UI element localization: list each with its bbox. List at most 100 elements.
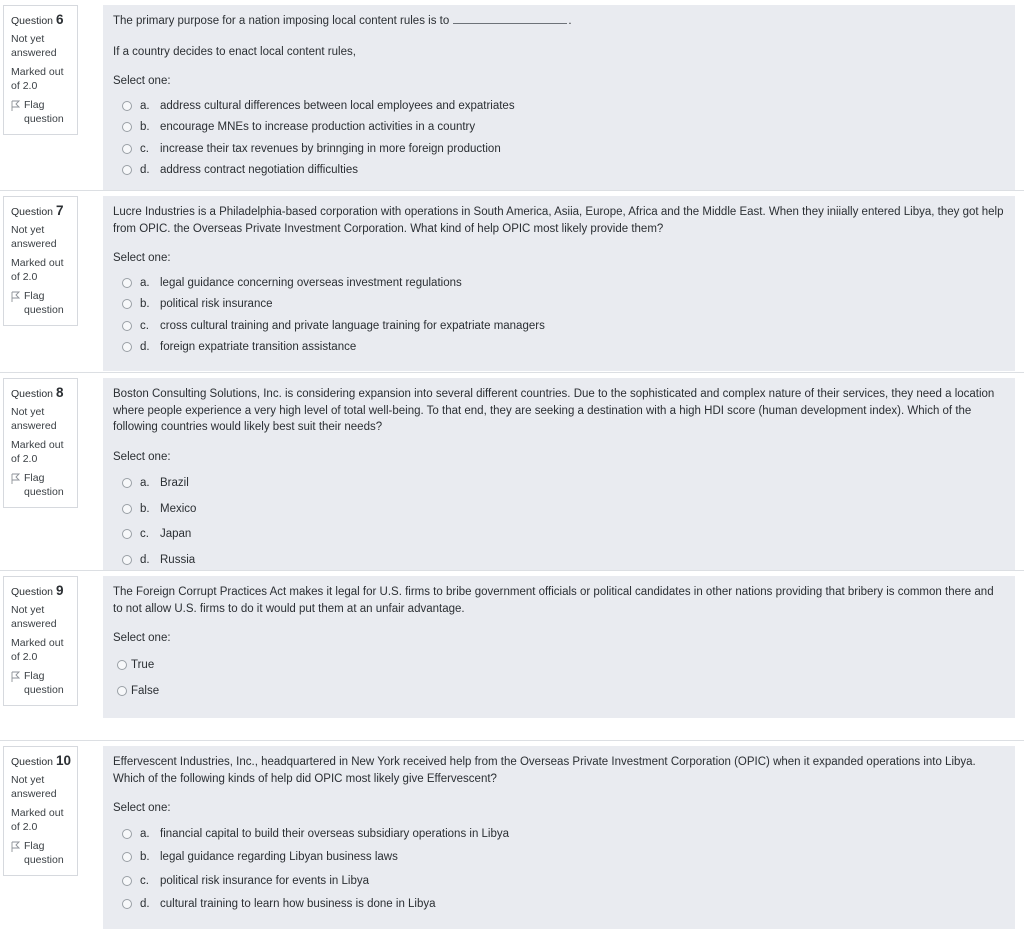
question-stem: Lucre Industries is a Philadelphia-based… bbox=[113, 204, 1005, 237]
marks-value: 2.0 bbox=[22, 453, 38, 465]
flag-icon bbox=[11, 841, 21, 852]
option-text: financial capital to build their oversea… bbox=[160, 827, 510, 840]
option-letter: b. bbox=[140, 298, 150, 310]
option-text: address cultural differences between loc… bbox=[160, 99, 515, 112]
question-marks: Marked out of 2.0 bbox=[11, 636, 70, 664]
question-stem: The Foreign Corrupt Practices Act makes … bbox=[113, 584, 1005, 617]
radio-button[interactable] bbox=[122, 165, 132, 175]
answer-option[interactable]: c. increase their tax revenues by brinng… bbox=[122, 139, 1005, 161]
radio-button[interactable] bbox=[122, 875, 132, 886]
radio-button[interactable] bbox=[122, 529, 132, 539]
question-number: 10 bbox=[55, 753, 71, 768]
marks-value: 2.0 bbox=[22, 651, 38, 663]
answer-option[interactable]: d. foreign expatriate transition assista… bbox=[122, 337, 1005, 359]
option-letter: c. bbox=[140, 319, 149, 332]
answer-option[interactable]: d. address contract negotiation difficul… bbox=[122, 160, 1005, 182]
flag-question-button[interactable]: Flag question bbox=[11, 839, 70, 867]
flag-question-label: Flag question bbox=[24, 670, 64, 696]
flag-icon bbox=[11, 671, 21, 682]
question-number-label: Question 9 bbox=[11, 583, 70, 600]
stem-text-after-blank: . bbox=[568, 15, 572, 27]
option-letter: d. bbox=[140, 164, 150, 176]
option-text: political risk insurance for events in L… bbox=[160, 874, 370, 887]
flag-question-button[interactable]: Flag question bbox=[11, 669, 70, 697]
flag-icon bbox=[11, 291, 21, 302]
answer-option[interactable]: c. political risk insurance for events i… bbox=[122, 870, 1005, 894]
flag-question-label: Flag question bbox=[24, 472, 64, 498]
answer-option[interactable]: d. cultural training to learn how busine… bbox=[122, 893, 1005, 917]
radio-button[interactable] bbox=[122, 143, 132, 154]
radio-button[interactable] bbox=[122, 299, 132, 309]
flag-question-button[interactable]: Flag question bbox=[11, 471, 70, 499]
option-text: increase their tax revenues by brinnging… bbox=[160, 142, 501, 155]
question-word: Question bbox=[11, 206, 54, 218]
question-state: Not yet answered bbox=[11, 774, 57, 800]
stem-paragraph: Effervescent Industries, Inc., headquart… bbox=[113, 756, 976, 785]
question-marks: Marked out of 2.0 bbox=[11, 256, 70, 284]
option-letter: a. bbox=[140, 477, 150, 489]
question-block: Question 9 Not yet answered Marked out o… bbox=[0, 570, 1024, 740]
radio-button[interactable] bbox=[122, 277, 132, 288]
option-text: foreign expatriate transition assistance bbox=[160, 341, 357, 353]
flag-question-button[interactable]: Flag question bbox=[11, 98, 70, 126]
flag-question-button[interactable]: Flag question bbox=[11, 289, 70, 317]
question-state: Not yet answered bbox=[11, 33, 57, 59]
radio-button[interactable] bbox=[122, 342, 132, 352]
question-state: Not yet answered bbox=[11, 406, 57, 432]
quiz-question-list: Question 6 Not yet answered Marked out o… bbox=[0, 0, 1024, 929]
radio-button[interactable] bbox=[122, 852, 132, 862]
option-letter: d. bbox=[140, 553, 150, 566]
answer-option[interactable]: a. financial capital to build their over… bbox=[122, 823, 1005, 847]
option-letter: c. bbox=[140, 142, 149, 155]
question-word: Question bbox=[11, 388, 54, 400]
marks-value: 2.0 bbox=[22, 80, 38, 92]
radio-button[interactable] bbox=[122, 503, 132, 514]
question-marks: Marked out of 2.0 bbox=[11, 438, 70, 466]
stem-paragraph: If a country decides to enact local cont… bbox=[113, 45, 356, 58]
radio-button[interactable] bbox=[122, 122, 132, 132]
select-one-label: Select one: bbox=[113, 252, 171, 264]
radio-button[interactable] bbox=[122, 899, 132, 909]
answer-option[interactable]: b. legal guidance regarding Libyan busin… bbox=[122, 846, 1005, 870]
option-text: legal guidance concerning overseas inves… bbox=[160, 276, 462, 289]
radio-button[interactable] bbox=[122, 478, 132, 488]
answer-option[interactable]: b. political risk insurance bbox=[122, 294, 1005, 316]
answer-option[interactable]: b. encourage MNEs to increase production… bbox=[122, 117, 1005, 139]
answer-option[interactable]: a. address cultural differences between … bbox=[122, 96, 1005, 118]
answer-option[interactable]: a. Brazil bbox=[122, 471, 1005, 497]
option-text: Japan bbox=[160, 528, 192, 540]
question-number: 8 bbox=[55, 385, 64, 400]
question-number-label: Question 8 bbox=[11, 385, 70, 402]
question-word: Question bbox=[11, 15, 54, 27]
radio-button[interactable] bbox=[117, 686, 127, 696]
question-block: Question 8 Not yet answered Marked out o… bbox=[0, 372, 1024, 585]
question-number-label: Question 10 bbox=[11, 753, 71, 770]
flag-icon bbox=[11, 473, 21, 484]
select-one-label: Select one: bbox=[113, 802, 171, 814]
question-info-panel: Question 7 Not yet answered Marked out o… bbox=[3, 196, 78, 326]
select-one-label: Select one: bbox=[113, 75, 171, 87]
question-block: Question 10 Not yet answered Marked out … bbox=[0, 740, 1024, 929]
answer-option[interactable]: b. Mexico bbox=[122, 497, 1005, 523]
question-word: Question bbox=[11, 756, 54, 768]
answer-options: a. Brazil b. Mexico c. Japan d. Russia bbox=[122, 471, 1005, 573]
answer-option[interactable]: c. cross cultural training and private l… bbox=[122, 316, 1005, 338]
radio-button[interactable] bbox=[122, 828, 132, 839]
radio-button[interactable] bbox=[122, 554, 132, 565]
radio-button[interactable] bbox=[122, 320, 132, 331]
flag-question-label: Flag question bbox=[24, 99, 64, 125]
question-block: Question 6 Not yet answered Marked out o… bbox=[0, 0, 1024, 194]
option-text: False bbox=[131, 685, 160, 697]
radio-button[interactable] bbox=[122, 100, 132, 111]
stem-paragraph: Lucre Industries is a Philadelphia-based… bbox=[113, 206, 1004, 235]
answer-option[interactable]: a. legal guidance concerning overseas in… bbox=[122, 273, 1005, 295]
answer-options: True False bbox=[117, 653, 1005, 706]
flag-icon bbox=[11, 100, 21, 111]
question-marks: Marked out of 2.0 bbox=[11, 806, 70, 834]
radio-button[interactable] bbox=[117, 659, 127, 670]
answer-option[interactable]: c. Japan bbox=[122, 522, 1005, 548]
answer-option[interactable]: False bbox=[117, 679, 1005, 706]
question-word: Question bbox=[11, 586, 54, 598]
answer-option[interactable]: True bbox=[117, 653, 1005, 680]
option-letter: a. bbox=[140, 99, 150, 112]
